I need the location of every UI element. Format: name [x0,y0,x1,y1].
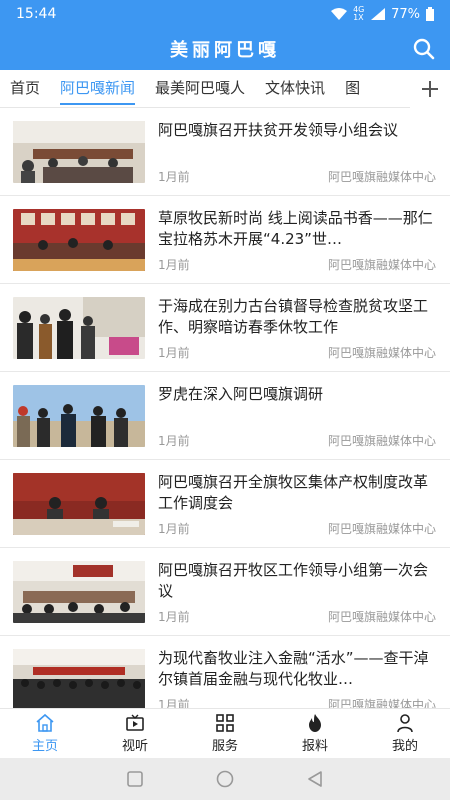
tab-label: 首页 [10,78,41,97]
news-item[interactable]: 阿巴嘎旗召开牧区工作领导小组第一次会议 1月前 阿巴嘎旗融媒体中心 [0,548,450,636]
news-item[interactable]: 为现代畜牧业注入金融“活水”——查干淖尔镇首届金融与现代化牧业… 1月前 阿巴嘎… [0,636,450,708]
system-nav-bar [0,758,450,800]
tab-beautiful-people[interactable]: 最美阿巴嘎人 [145,70,255,107]
status-time: 15:44 [16,6,57,22]
news-source: 阿巴嘎旗融媒体中心 [327,170,436,184]
news-item[interactable]: 阿巴嘎旗召开扶贫开发领导小组会议 1月前 阿巴嘎旗融媒体中心 [0,108,450,196]
news-thumbnail [13,473,145,535]
nav-report[interactable]: 报料 [270,709,360,758]
tab-abaga-news[interactable]: 阿巴嘎新闻 [50,70,145,107]
home-circle-icon[interactable] [216,770,234,788]
news-item[interactable]: 于海成在别力古台镇督导检查脱贫攻坚工作、明察暗访春季休牧工作 1月前 阿巴嘎旗融… [0,284,450,372]
user-icon [397,714,413,733]
news-source: 阿巴嘎旗融媒体中心 [327,522,436,536]
news-source: 阿巴嘎旗融媒体中心 [327,610,436,624]
tab-label: 最美阿巴嘎人 [155,78,246,97]
bottom-nav: 主页 视听 服务 报料 我的 [0,708,450,758]
nav-label: 视听 [121,739,148,754]
app-bar: 美丽阿巴嘎 [0,28,450,70]
news-source: 阿巴嘎旗融媒体中心 [327,698,436,708]
nav-home[interactable]: 主页 [0,709,90,758]
news-title: 为现代畜牧业注入金融“活水”——查干淖尔镇首届金融与现代化牧业… [158,649,429,688]
add-tab-button[interactable] [410,70,450,108]
news-time: 1月前 [158,698,190,708]
recent-apps-icon[interactable] [126,771,143,787]
news-source: 阿巴嘎旗融媒体中心 [327,434,436,448]
news-thumbnail [13,649,145,708]
nav-label: 我的 [391,739,418,754]
nav-label: 服务 [211,739,238,754]
news-time: 1月前 [158,610,190,624]
tv-icon [126,714,144,731]
news-thumbnail [13,297,145,359]
tab-pictures[interactable]: 图 [335,70,370,107]
nav-label: 报料 [301,739,328,754]
app-title: 美丽阿巴嘎 [170,40,280,61]
news-source: 阿巴嘎旗融媒体中心 [327,346,436,360]
wifi-icon [331,8,348,20]
news-title: 阿巴嘎旗召开扶贫开发领导小组会议 [158,121,399,139]
news-title: 阿巴嘎旗召开牧区工作领导小组第一次会议 [158,561,429,600]
plus-icon [422,81,438,97]
news-thumbnail [13,385,145,447]
news-title: 阿巴嘎旗召开全旗牧区集体产权制度改革工作调度会 [158,473,429,512]
news-item[interactable]: 罗虎在深入阿巴嘎旗调研 1月前 阿巴嘎旗融媒体中心 [0,372,450,460]
tab-home[interactable]: 首页 [0,70,50,107]
news-time: 1月前 [158,434,190,448]
status-bar: 15:44 4G 1X 77% [0,0,450,28]
fire-icon [309,714,321,732]
grid-icon [216,714,234,732]
status-indicators: 4G 1X 77% [331,6,434,22]
nav-profile[interactable]: 我的 [360,709,450,758]
news-item[interactable]: 草原牧民新时尚 线上阅读品书香——那仁宝拉格苏木开展“4.23”世… 1月前 阿… [0,196,450,284]
news-source: 阿巴嘎旗融媒体中心 [327,258,436,272]
news-title: 草原牧民新时尚 线上阅读品书香——那仁宝拉格苏木开展“4.23”世… [158,209,433,248]
news-title: 于海成在别力古台镇督导检查脱贫攻坚工作、明察暗访春季休牧工作 [158,297,429,336]
search-icon[interactable] [412,37,436,61]
news-list: 阿巴嘎旗召开扶贫开发领导小组会议 1月前 阿巴嘎旗融媒体中心 草原牧民新时尚 线… [0,108,450,708]
news-title: 罗虎在深入阿巴嘎旗调研 [158,385,324,403]
network-label: 4G 1X [353,5,365,22]
news-thumbnail [13,209,145,271]
news-time: 1月前 [158,346,190,360]
tab-label: 图 [345,78,361,97]
battery-icon [426,7,434,21]
news-time: 1月前 [158,170,190,184]
category-tabs: 首页 阿巴嘎新闻 最美阿巴嘎人 文体快讯 图 [0,70,450,108]
tab-label: 阿巴嘎新闻 [60,78,136,97]
news-time: 1月前 [158,258,190,272]
nav-label: 主页 [31,739,58,754]
back-icon[interactable] [307,771,323,787]
nav-video[interactable]: 视听 [90,709,180,758]
tab-culture-sports[interactable]: 文体快讯 [255,70,335,107]
news-item[interactable]: 阿巴嘎旗召开全旗牧区集体产权制度改革工作调度会 1月前 阿巴嘎旗融媒体中心 [0,460,450,548]
news-time: 1月前 [158,522,190,536]
news-thumbnail [13,561,145,623]
nav-services[interactable]: 服务 [180,709,270,758]
tab-label: 文体快讯 [265,78,326,97]
news-thumbnail [13,121,145,183]
signal-icon [371,8,386,20]
battery-level: 77% [391,6,420,22]
home-icon [36,713,54,732]
